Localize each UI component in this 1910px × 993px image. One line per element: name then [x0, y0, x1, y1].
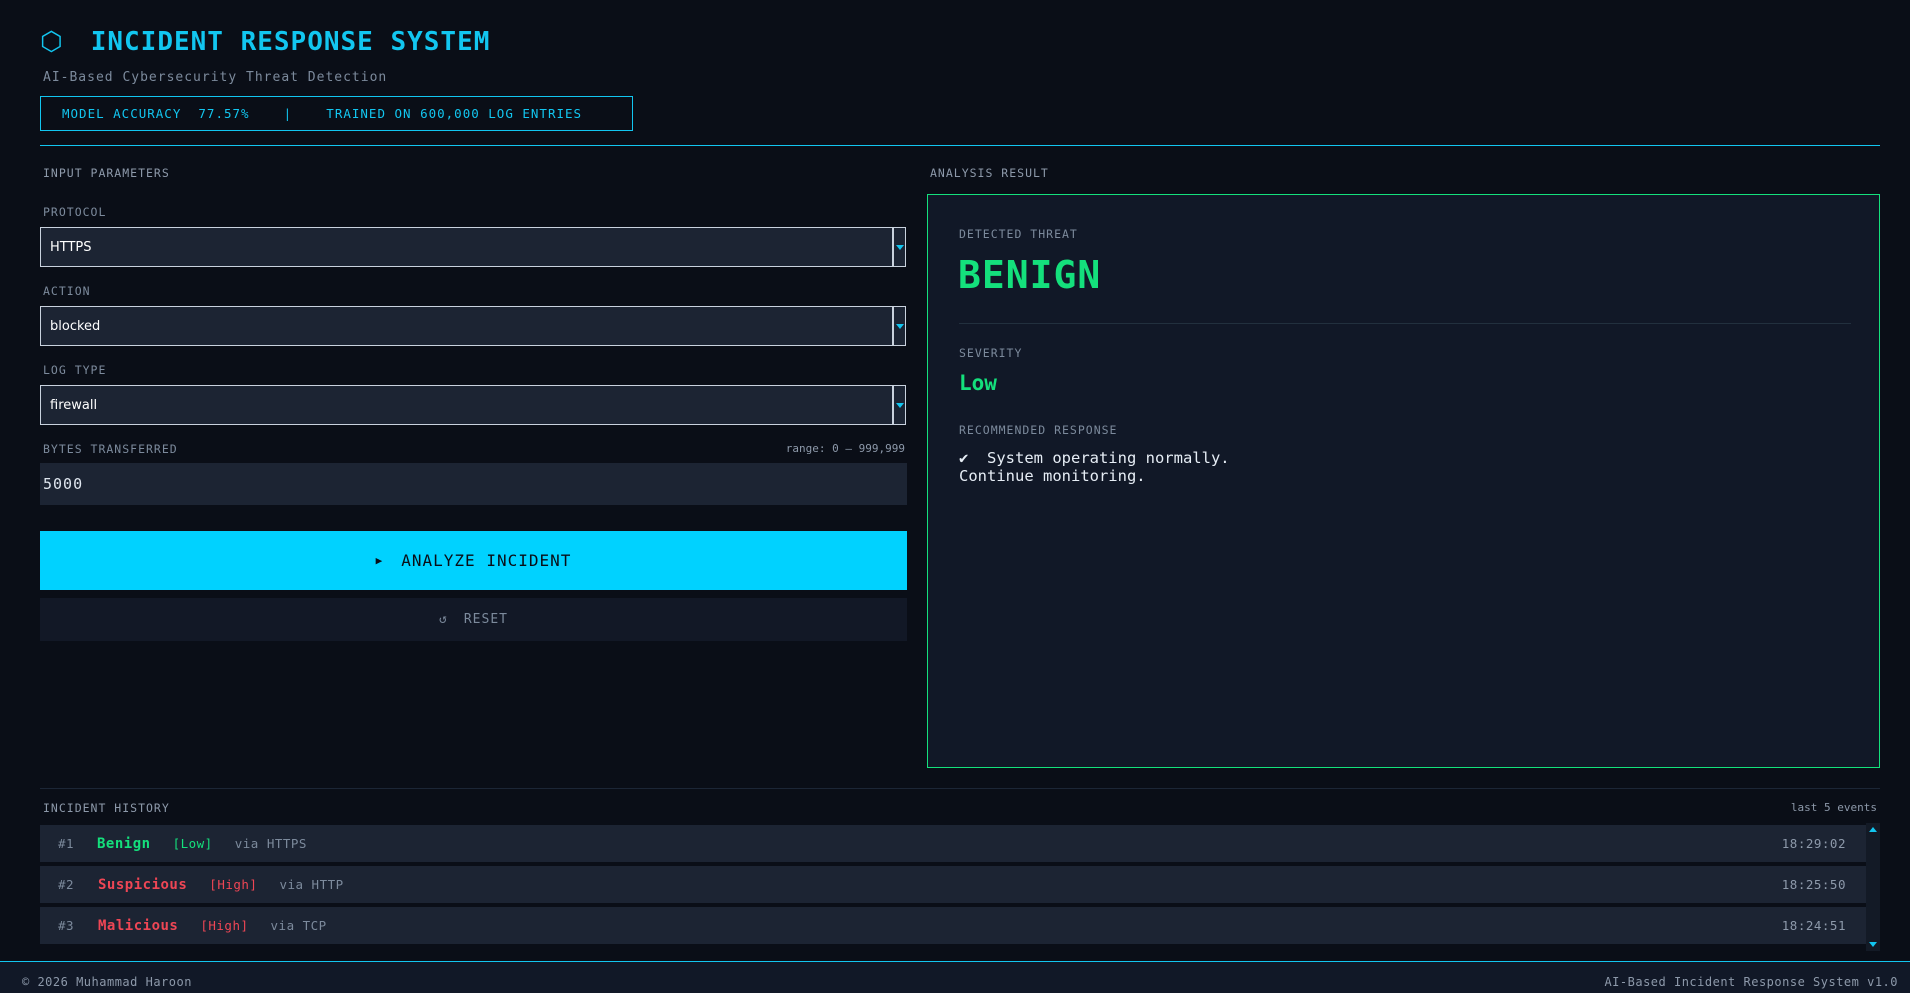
protocol-dropdown-button[interactable] [893, 227, 906, 267]
model-stats-banner: MODEL ACCURACY 77.57% | TRAINED ON 600,0… [40, 96, 633, 131]
result-divider [959, 323, 1851, 324]
history-scrollbar[interactable] [1866, 823, 1880, 951]
history-row-time: 18:25:50 [1781, 877, 1846, 892]
footer-app-version: AI-Based Incident Response System v1.0 [1604, 975, 1898, 989]
app-title: INCIDENT RESPONSE SYSTEM [90, 27, 491, 57]
severity-label: SEVERITY [959, 346, 1023, 360]
history-row-number: #1 [58, 836, 75, 851]
history-row-protocol: via HTTP [279, 877, 344, 892]
analyze-incident-button[interactable]: ▶ ANALYZE INCIDENT [40, 531, 907, 590]
history-row-severity: [High] [209, 877, 258, 892]
log-type-label: LOG TYPE [43, 363, 107, 377]
scroll-down-icon[interactable] [1869, 942, 1877, 947]
bytes-range-hint: range: 0 – 999,999 [785, 442, 905, 455]
footer: © 2026 Muhammad Haroon AI-Based Incident… [0, 961, 1910, 993]
bytes-label: BYTES TRANSFERRED [43, 442, 178, 456]
history-row-number: #2 [58, 877, 75, 892]
app-header: ⬡ INCIDENT RESPONSE SYSTEM AI-Based Cybe… [40, 26, 490, 85]
incident-history-list[interactable]: #1 Benign [Low] via HTTPS 18:29:02 #2 Su… [40, 823, 1866, 951]
history-section-label: INCIDENT HISTORY [43, 801, 170, 815]
reset-button[interactable]: ↺ RESET [40, 598, 907, 641]
history-row-class: Suspicious [98, 876, 188, 893]
history-row-severity: [High] [200, 918, 249, 933]
history-row-protocol: via HTTPS [234, 836, 307, 851]
reset-button-label: RESET [463, 612, 508, 627]
history-row-class: Benign [97, 835, 151, 852]
history-row-class: Malicious [98, 917, 179, 934]
chevron-down-icon [895, 323, 904, 329]
detected-threat-value: BENIGN [958, 253, 1102, 297]
history-row-time: 18:29:02 [1781, 836, 1846, 851]
reset-icon: ↺ [439, 612, 448, 627]
hexagon-icon: ⬡ [40, 27, 63, 57]
bytes-input[interactable]: 5000 [40, 463, 907, 505]
result-section-label: ANALYSIS RESULT [930, 166, 1049, 180]
play-icon: ▶ [375, 554, 384, 567]
history-row[interactable]: #3 Malicious [High] via TCP 18:24:51 [40, 907, 1866, 944]
protocol-select[interactable]: HTTPS [40, 227, 893, 267]
log-type-dropdown-button[interactable] [893, 385, 906, 425]
log-type-select[interactable]: firewall [40, 385, 893, 425]
protocol-label: PROTOCOL [43, 205, 107, 219]
analyze-button-label: ANALYZE INCIDENT [401, 551, 572, 570]
history-row-severity: [Low] [172, 836, 213, 851]
action-dropdown-button[interactable] [893, 306, 906, 346]
input-section-label: INPUT PARAMETERS [43, 166, 170, 180]
analysis-result-panel: DETECTED THREAT BENIGN SEVERITY Low RECO… [927, 194, 1880, 768]
action-select[interactable]: blocked [40, 306, 893, 346]
chevron-down-icon [895, 244, 904, 250]
footer-copyright: © 2026 Muhammad Haroon [22, 975, 192, 989]
history-row-protocol: via TCP [270, 918, 327, 933]
chevron-down-icon [895, 402, 904, 408]
header-divider [40, 145, 1880, 146]
recommended-response-label: RECOMMENDED RESPONSE [959, 423, 1118, 437]
app-subtitle: AI-Based Cybersecurity Threat Detection [43, 70, 388, 85]
severity-value: Low [959, 371, 997, 395]
history-row-time: 18:24:51 [1781, 918, 1846, 933]
action-label: ACTION [43, 284, 91, 298]
scroll-up-icon[interactable] [1869, 827, 1877, 832]
recommended-response-text: ✔ System operating normally. Continue mo… [959, 449, 1230, 485]
history-row[interactable]: #1 Benign [Low] via HTTPS 18:29:02 [40, 825, 1866, 862]
history-count: last 5 events [1790, 801, 1877, 814]
history-divider [40, 788, 1880, 789]
history-row[interactable]: #2 Suspicious [High] via HTTP 18:25:50 [40, 866, 1866, 903]
history-row-number: #3 [58, 918, 75, 933]
detected-threat-label: DETECTED THREAT [959, 227, 1078, 241]
